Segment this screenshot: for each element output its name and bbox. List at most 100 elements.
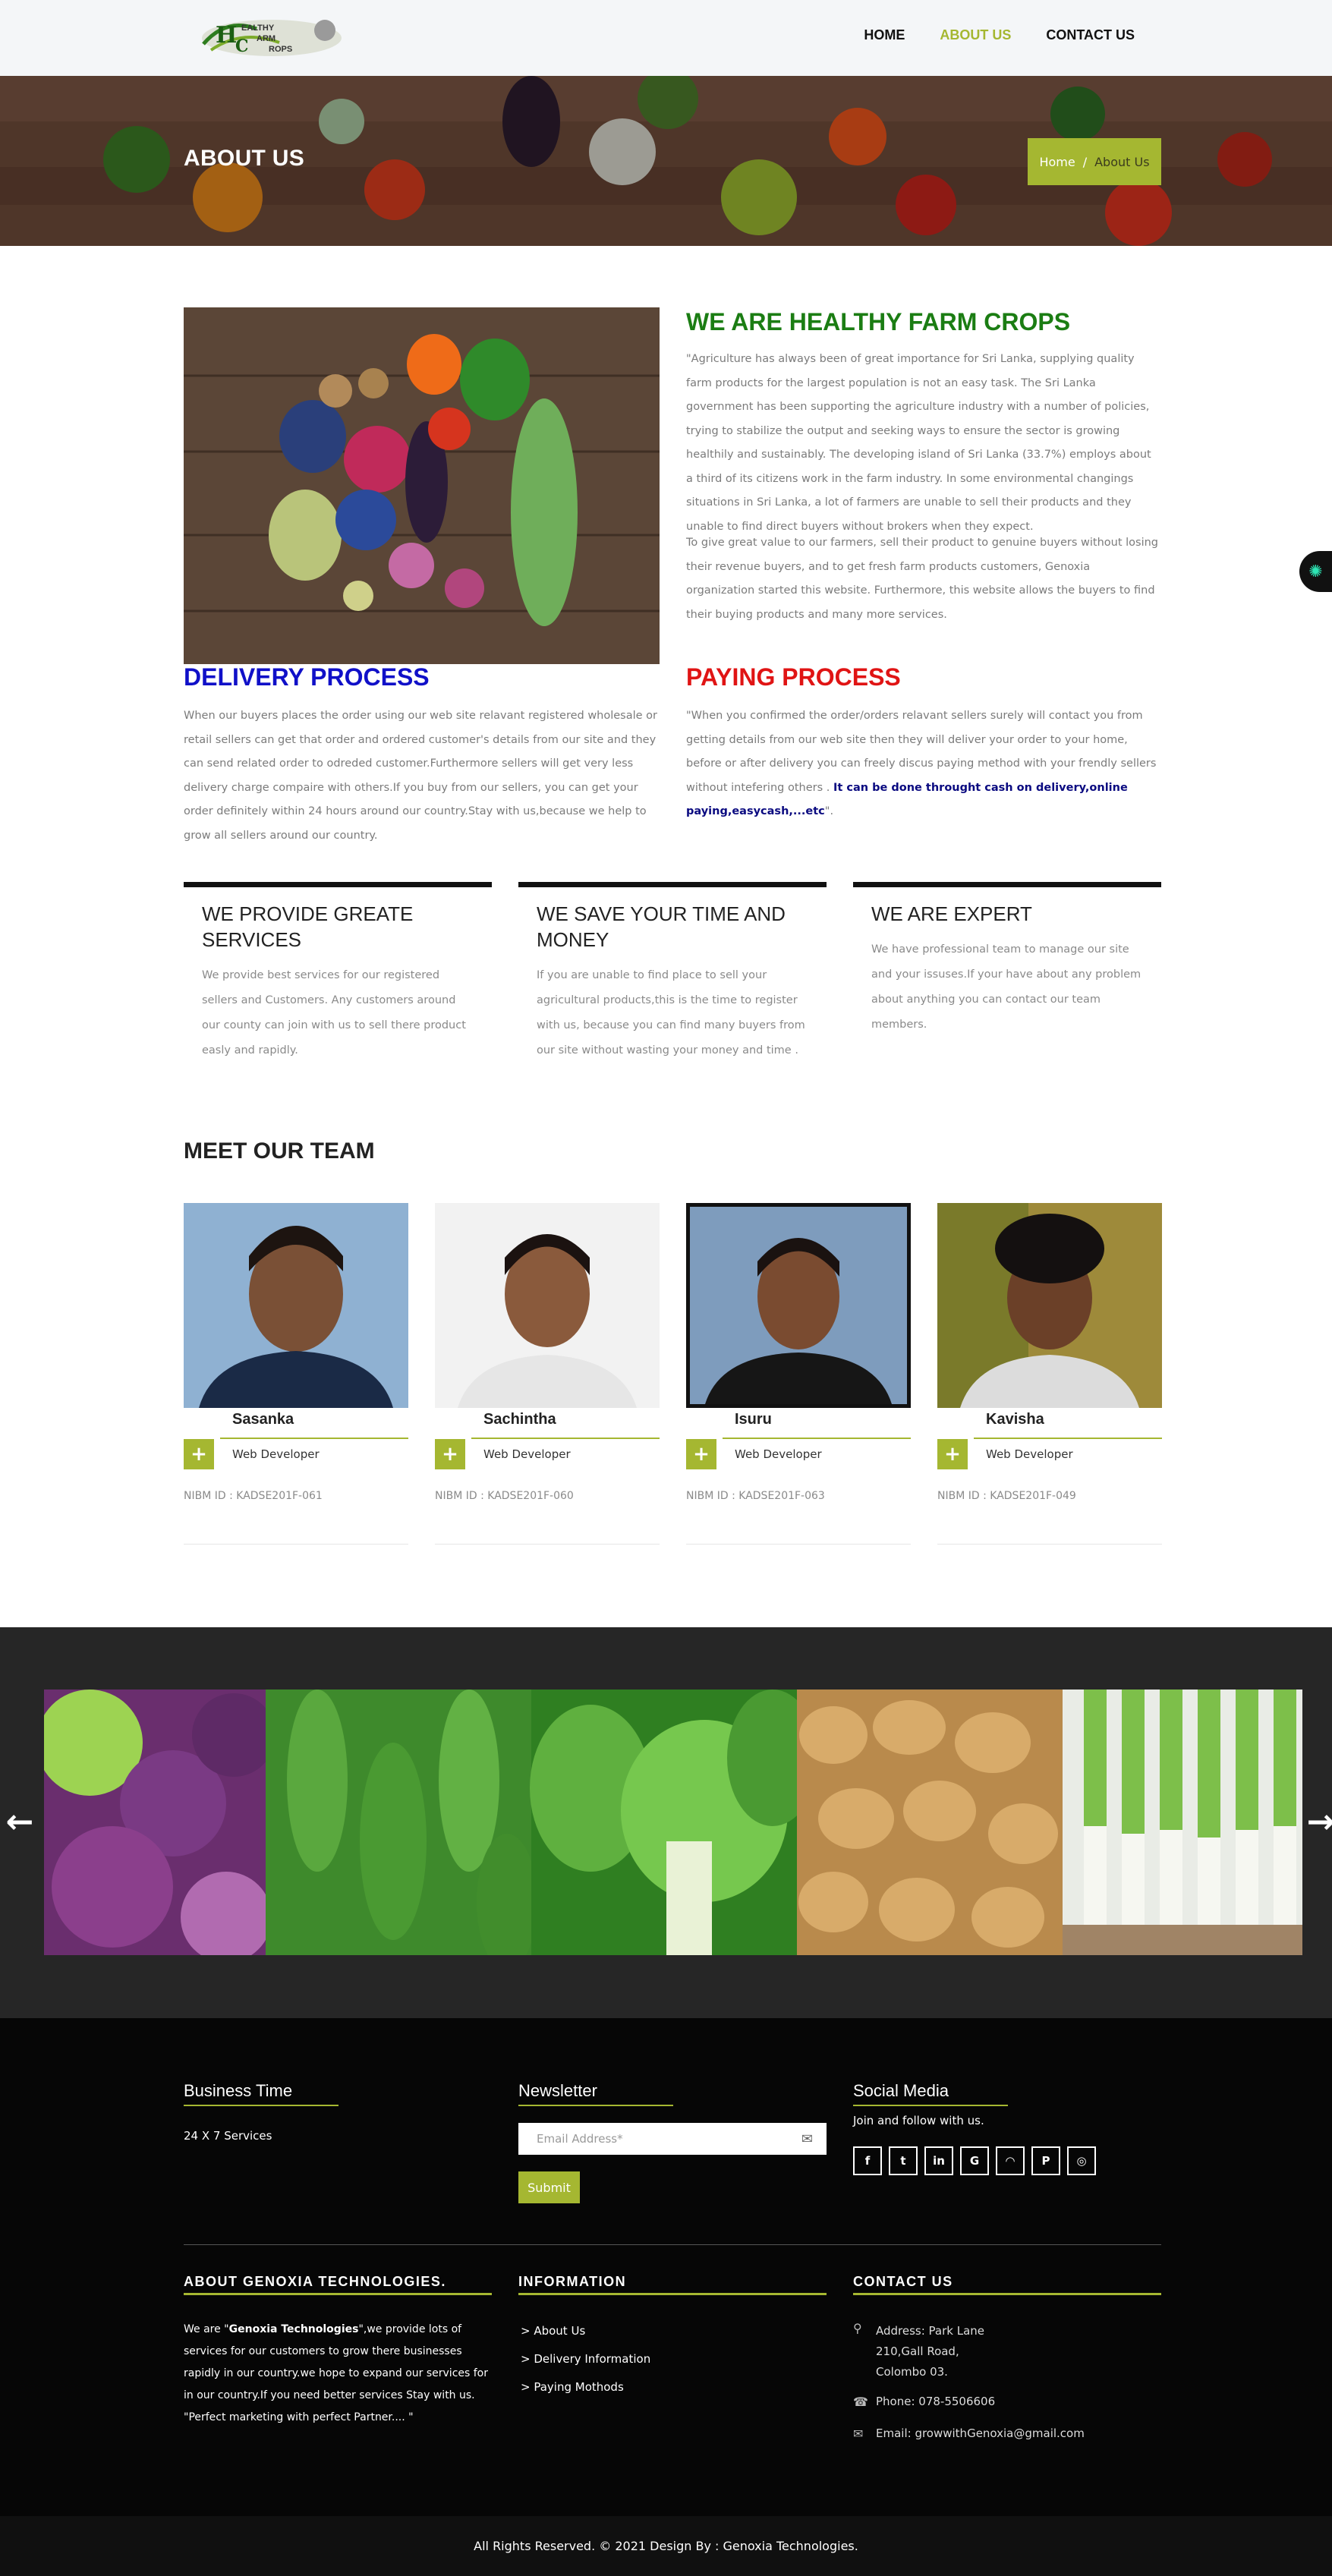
pinterest-icon[interactable]: P — [1031, 2146, 1060, 2175]
address-line-2: 210,Gall Road, — [876, 2345, 959, 2358]
member-role: Web Developer — [483, 1447, 571, 1461]
divider — [471, 1438, 660, 1439]
service-title: WE SAVE YOUR TIME AND MONEY — [537, 902, 786, 951]
link-label: Paying Mothods — [534, 2380, 624, 2394]
about-heading: WE ARE HEALTHY FARM CROPS — [686, 308, 1071, 335]
nav-home[interactable]: HOME — [864, 27, 905, 43]
plus-icon[interactable]: + — [184, 1439, 214, 1469]
breadcrumb-current: About Us — [1094, 154, 1150, 169]
svg-text:ARM: ARM — [257, 34, 276, 43]
service-title: WE ARE EXPERT — [871, 902, 1032, 925]
plus-icon[interactable]: + — [686, 1439, 716, 1469]
phone-icon: ☎ — [853, 2395, 868, 2409]
member-name: Sachintha — [483, 1411, 556, 1428]
newsletter-heading: Newsletter — [518, 2081, 597, 2100]
about-pre: We are " — [184, 2323, 229, 2335]
team-member-card: Sachintha + Web Developer NIBM ID : KADS… — [435, 1203, 660, 1545]
divider — [853, 2293, 1161, 2295]
email-input[interactable]: Email Address* ✉ — [518, 2123, 827, 2155]
service-text: We provide best services for our registe… — [202, 969, 466, 1057]
breadcrumb-home[interactable]: Home — [1039, 155, 1075, 169]
member-photo — [937, 1203, 1162, 1408]
team-member-card: Sasanka + Web Developer NIBM ID : KADSE2… — [184, 1203, 408, 1545]
rss-icon[interactable]: ◠ — [996, 2146, 1025, 2175]
logo[interactable]: EALTHY ARM ROPS H C — [196, 14, 348, 61]
member-name: Sasanka — [232, 1411, 294, 1428]
nav-contact-us[interactable]: CONTACT US — [1046, 27, 1135, 43]
service-text: We have professional team to manage our … — [871, 943, 1141, 1031]
paying-end: ". — [824, 805, 834, 817]
delivery-paragraph: When our buyers places the order using o… — [184, 710, 658, 842]
footer-divider — [184, 2244, 1161, 2245]
footer-link-about-us[interactable]: > About Us — [521, 2324, 585, 2338]
plus-icon[interactable]: + — [937, 1439, 968, 1469]
service-card: WE ARE EXPERT We have professional team … — [853, 882, 1161, 1038]
member-id: NIBM ID : KADSE201F-049 — [937, 1490, 1076, 1502]
business-time-heading: Business Time — [184, 2081, 293, 2100]
submit-button[interactable]: Submit — [518, 2171, 580, 2203]
breadcrumb: Home / About Us — [1028, 138, 1161, 185]
divider — [853, 2105, 1008, 2106]
company-name: Genoxia Technologies — [228, 2323, 359, 2335]
paying-paragraph: "When you confirmed the order/orders rel… — [686, 704, 1164, 824]
member-id: NIBM ID : KADSE201F-061 — [184, 1490, 323, 1502]
service-text: If you are unable to find place to sell … — [537, 969, 805, 1057]
about-genoxia-text: We are "Genoxia Technologies",we provide… — [184, 2319, 495, 2429]
information-heading: INFORMATION — [518, 2274, 627, 2289]
team-member-card: Isuru + Web Developer NIBM ID : KADSE201… — [686, 1203, 911, 1545]
whatsapp-icon[interactable]: ◎ — [1067, 2146, 1096, 2175]
page-title: ABOUT US — [184, 146, 305, 171]
about-paragraph-1: "Agriculture has always been of great im… — [686, 353, 1151, 533]
address-line-3: Colombo 03. — [876, 2365, 948, 2379]
carousel-next-arrow-icon[interactable]: → — [1305, 1803, 1332, 1841]
divider — [974, 1438, 1162, 1439]
service-card: WE PROVIDE GREATE SERVICES We provide be… — [184, 882, 492, 1063]
contact-phone: Phone: 078-5506606 — [876, 2395, 996, 2408]
member-role: Web Developer — [986, 1447, 1073, 1461]
facebook-icon[interactable]: f — [853, 2146, 882, 2175]
member-role: Web Developer — [735, 1447, 822, 1461]
twitter-icon[interactable]: t — [889, 2146, 918, 2175]
envelope-icon[interactable]: ✉ — [801, 2131, 813, 2147]
svg-text:EALTHY: EALTHY — [241, 24, 275, 33]
contact-email[interactable]: Email: growwithGenoxia@gmail.com — [876, 2426, 1085, 2440]
team-member-card: Kavisha + Web Developer NIBM ID : KADSE2… — [937, 1203, 1162, 1545]
footer-link-delivery[interactable]: > Delivery Information — [521, 2352, 650, 2366]
delivery-heading: DELIVERY PROCESS — [184, 663, 430, 691]
contact-address: Address: Park Lane 210,Gall Road, Colomb… — [876, 2321, 984, 2382]
breadcrumb-separator: / — [1082, 154, 1088, 169]
svg-text:C: C — [235, 36, 249, 56]
divider — [518, 2293, 827, 2295]
svg-text:H: H — [216, 22, 237, 49]
contact-heading: CONTACT US — [853, 2274, 953, 2289]
link-label: About Us — [534, 2324, 586, 2338]
divider — [184, 2293, 492, 2295]
plus-icon[interactable]: + — [435, 1439, 465, 1469]
envelope-icon: ✉ — [853, 2426, 864, 2441]
about-paragraph-2: To give great value to our farmers, sell… — [686, 537, 1159, 621]
email-placeholder: Email Address* — [537, 2132, 623, 2146]
team-heading: MEET OUR TEAM — [184, 1138, 375, 1164]
footer-link-paying[interactable]: > Paying Mothods — [521, 2380, 624, 2394]
service-card: WE SAVE YOUR TIME AND MONEY If you are u… — [518, 882, 827, 1063]
social-media-text: Join and follow with us. — [853, 2114, 984, 2127]
divider — [220, 1438, 408, 1439]
site-header: EALTHY ARM ROPS H C HOME ABOUT US CONTAC… — [0, 0, 1332, 76]
about-genoxia-heading: ABOUT GENOXIA TECHNOLOGIES. — [184, 2274, 446, 2289]
vegetables-image — [184, 307, 660, 664]
chat-widget-icon[interactable]: ✺ — [1299, 551, 1332, 592]
member-name: Kavisha — [986, 1411, 1044, 1428]
paying-heading: PAYING PROCESS — [686, 663, 901, 691]
about-post: ",we provide lots of services for our cu… — [184, 2323, 488, 2423]
linkedin-icon[interactable]: in — [924, 2146, 953, 2175]
business-time-text: 24 X 7 Services — [184, 2129, 272, 2143]
google-plus-icon[interactable]: G — [960, 2146, 989, 2175]
member-photo — [184, 1203, 408, 1408]
member-id: NIBM ID : KADSE201F-063 — [686, 1490, 825, 1502]
nav-about-us[interactable]: ABOUT US — [940, 27, 1011, 43]
member-photo — [435, 1203, 660, 1408]
main-nav: HOME ABOUT US CONTACT US — [864, 27, 1135, 43]
carousel-prev-arrow-icon[interactable]: ← — [5, 1803, 35, 1841]
page-banner: ABOUT US Home / About Us — [0, 76, 1332, 246]
divider — [184, 2105, 339, 2106]
